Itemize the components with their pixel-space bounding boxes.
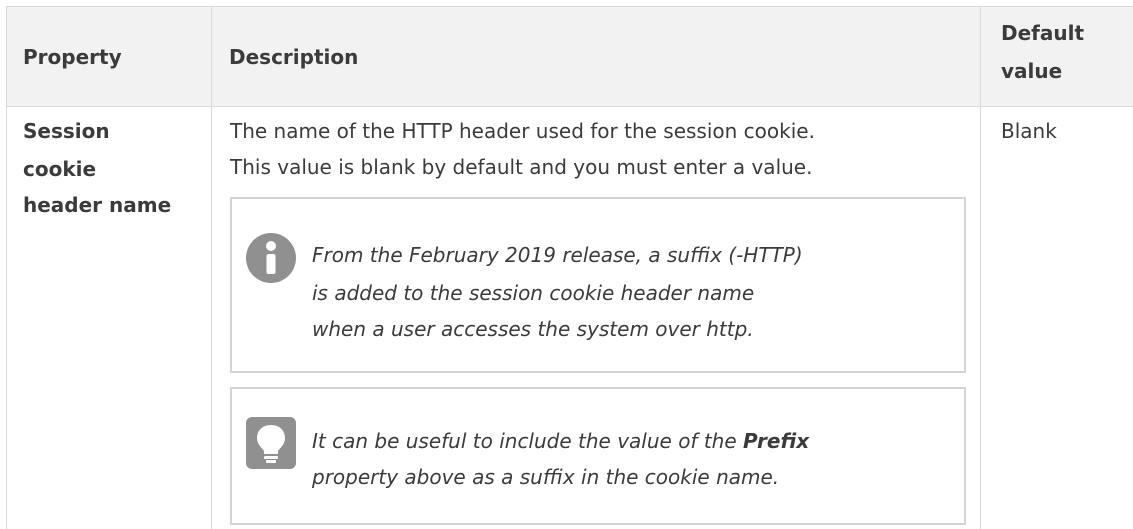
property-table: Property Description Default value Sessi…: [6, 6, 1133, 529]
property-name-line2: cookie: [23, 157, 97, 181]
default-value: Blank: [1001, 119, 1057, 143]
column-divider: [211, 7, 212, 529]
property-name-line3: header name: [23, 193, 172, 217]
info-note-line2: is added to the session cookie header na…: [312, 281, 755, 305]
tip-note-line2: property above as a suffix in the cookie…: [312, 465, 780, 489]
header-property: Property: [23, 45, 122, 69]
description-line2: This value is blank by default and you m…: [230, 155, 813, 179]
tip-note-prefix-bold: Prefix: [743, 429, 810, 453]
column-divider: [980, 7, 981, 529]
info-note: From the February 2019 release, a suffix…: [230, 197, 966, 373]
description-line1: The name of the HTTP header used for the…: [230, 119, 815, 143]
info-note-line3: when a user accesses the system over htt…: [312, 317, 754, 341]
property-name-line1: Session: [23, 119, 110, 143]
table-header-row: Property Description Default value: [7, 7, 1133, 107]
header-description: Description: [229, 45, 359, 69]
info-note-line1: From the February 2019 release, a suffix…: [312, 243, 803, 267]
lightbulb-icon: [246, 417, 296, 473]
tip-note-line1: It can be useful to include the value of…: [312, 425, 952, 457]
tip-note-text: It can be useful to include the value of…: [312, 429, 744, 453]
info-icon: [246, 233, 296, 287]
header-default-line1: Default: [1001, 21, 1085, 45]
tip-note: It can be useful to include the value of…: [230, 387, 966, 525]
header-default-line2: value: [1001, 59, 1063, 83]
